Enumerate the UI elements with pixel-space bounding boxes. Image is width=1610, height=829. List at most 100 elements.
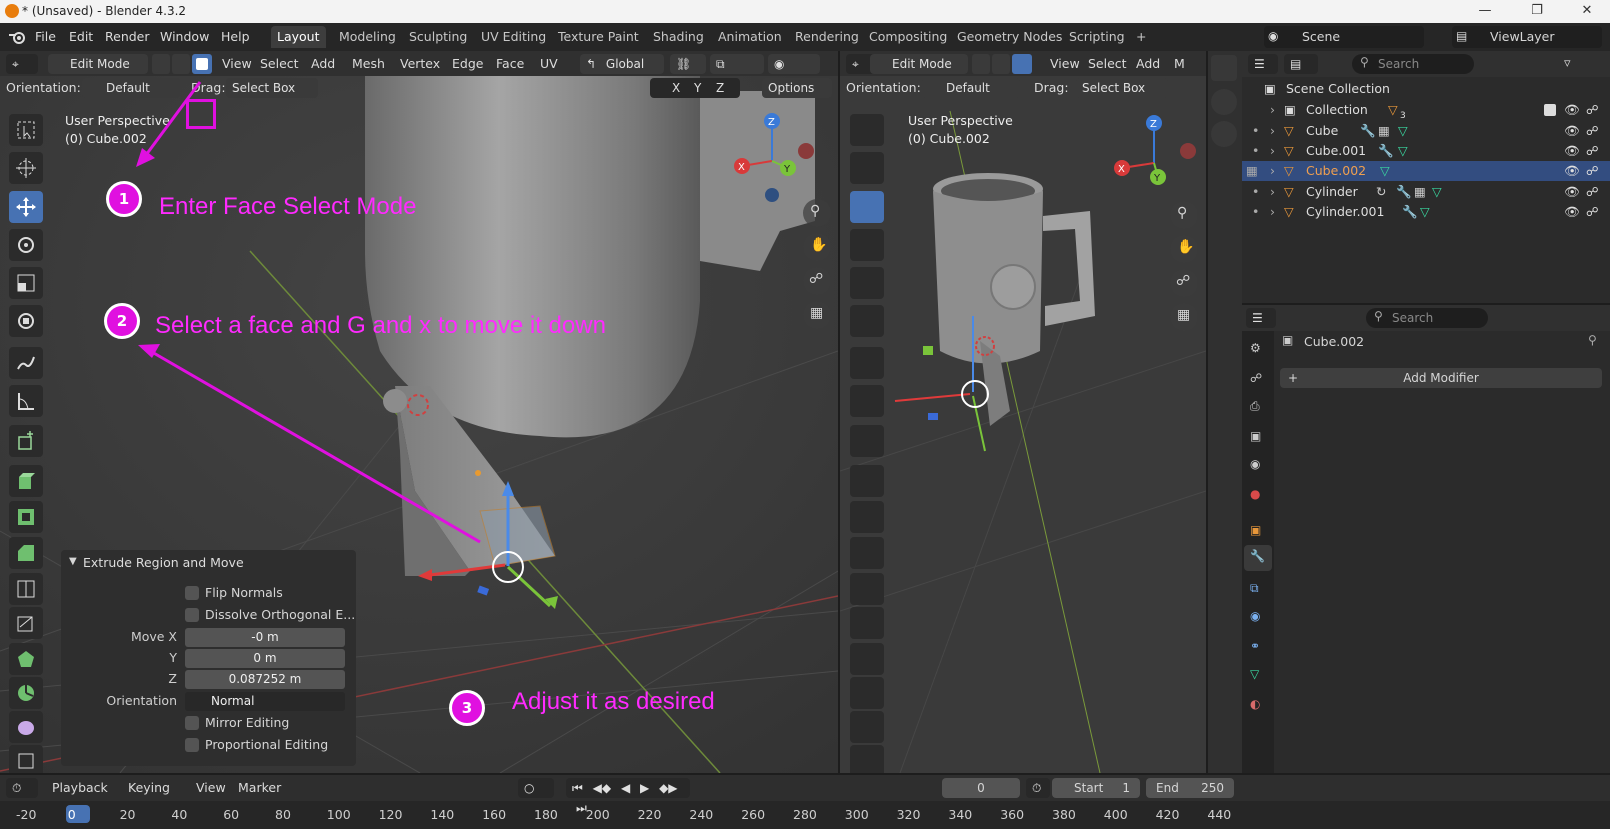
chevron-right-icon[interactable]: ›	[1270, 182, 1275, 202]
properties-search[interactable]: ⚲ Search	[1366, 308, 1488, 328]
mode-selector[interactable]: Edit Mode	[48, 54, 148, 74]
constraints-icon[interactable]: ⚭	[1250, 639, 1260, 653]
end-frame-field[interactable]: End 250	[1146, 778, 1234, 798]
zoom-strip-icon[interactable]	[1211, 89, 1237, 115]
chevron-right-icon[interactable]: ›	[1270, 121, 1275, 141]
edge-select-mode-button[interactable]	[172, 54, 190, 74]
timeline-editor-type[interactable]: ⏱	[6, 778, 38, 798]
chevron-right-icon[interactable]: ›	[1270, 141, 1275, 161]
edge-select-mode-button-right[interactable]	[992, 54, 1010, 74]
sidebar-toggle-icon[interactable]	[1211, 55, 1237, 81]
tool-scale[interactable]	[9, 267, 43, 299]
tool-extrude[interactable]	[9, 465, 43, 497]
navigation-gizmo-right[interactable]: Z X Y	[1108, 113, 1206, 213]
menu-edit[interactable]: Edit	[66, 28, 96, 46]
tool-smooth[interactable]	[9, 711, 43, 743]
zoom-icon-right[interactable]: ⚲	[1170, 201, 1198, 229]
tool-settings-icon[interactable]: ⚙	[1250, 341, 1261, 355]
tool-measure[interactable]	[9, 385, 43, 417]
tool-poly-build[interactable]	[9, 643, 43, 675]
chevron-down-icon[interactable]: ▼	[69, 556, 77, 567]
add-modifier-button[interactable]: + Add Modifier	[1280, 368, 1602, 388]
tool-loop-cut[interactable]	[9, 573, 43, 605]
operator-title[interactable]: Extrude Region and Move	[83, 555, 244, 570]
scene-selector[interactable]: ◉ Scene	[1264, 26, 1424, 48]
menu-select[interactable]: Select	[260, 54, 299, 74]
eye-icon[interactable]: 👁	[1564, 121, 1580, 141]
orientation-default-selector-right[interactable]: Default	[922, 78, 1020, 98]
face-select-mode-button[interactable]	[192, 54, 212, 74]
blender-menu-icon[interactable]	[8, 29, 28, 45]
grid-view-icon[interactable]: ▦	[803, 301, 831, 329]
tool-transform-right[interactable]	[850, 305, 884, 337]
eye-icon[interactable]: 👁	[1564, 202, 1580, 222]
tool-select-box[interactable]	[9, 114, 43, 146]
play-icon[interactable]: ▶	[640, 781, 649, 795]
dissolve-orthogonal-checkbox[interactable]	[185, 608, 199, 622]
maximize-button[interactable]: ❐	[1514, 0, 1560, 23]
chevron-right-icon[interactable]: ›	[1270, 100, 1275, 120]
transform-orientation-selector[interactable]: ↰ Global	[580, 54, 664, 74]
tool-spin[interactable]	[9, 677, 43, 709]
view-layer-icon[interactable]: ▣	[1250, 429, 1261, 443]
tool-spin-right[interactable]	[850, 677, 884, 709]
tool-loop-cut-right[interactable]	[850, 573, 884, 605]
close-button[interactable]: ✕	[1564, 0, 1610, 23]
tab-animation[interactable]: Animation	[712, 26, 788, 48]
tool-rotate[interactable]	[9, 229, 43, 261]
menu-mesh[interactable]: Mesh	[352, 54, 385, 74]
playback-menu[interactable]: Playback	[52, 778, 108, 798]
tool-move[interactable]	[9, 191, 43, 223]
tool-cursor[interactable]	[9, 152, 43, 184]
camera-render-icon[interactable]: ☍	[1586, 161, 1599, 181]
menu-view[interactable]: View	[222, 54, 252, 74]
outliner-row-collection[interactable]: › ▣ Collection ▽ 3 👁 ☍	[1242, 100, 1610, 121]
collection-include-checkbox[interactable]	[1544, 104, 1556, 116]
menu-select-right[interactable]: Select	[1088, 54, 1127, 74]
tool-add-cube-right[interactable]	[850, 425, 884, 457]
data-icon[interactable]: ▽	[1250, 667, 1259, 681]
mirror-editing-checkbox[interactable]	[185, 716, 199, 730]
tool-knife-right[interactable]	[850, 607, 884, 639]
orientation-default-selector[interactable]: Default	[82, 78, 180, 98]
eye-icon[interactable]: 👁	[1564, 161, 1580, 181]
tool-measure-right[interactable]	[850, 385, 884, 417]
eye-icon[interactable]: 👁	[1564, 182, 1580, 202]
camera-render-icon[interactable]: ☍	[1586, 182, 1599, 202]
auto-keying-button[interactable]: ○	[518, 778, 554, 798]
menu-add[interactable]: Add	[311, 54, 335, 74]
tab-modeling[interactable]: Modeling	[333, 26, 402, 48]
navigation-gizmo[interactable]: Z X Y	[726, 111, 826, 211]
tab-geometry-nodes[interactable]: Geometry Nodes	[951, 26, 1068, 48]
render-icon[interactable]: ☍	[1250, 371, 1262, 385]
camera-render-icon[interactable]: ☍	[1586, 202, 1599, 222]
zoom-icon[interactable]: ⚲	[803, 199, 831, 227]
tab-texture-paint[interactable]: Texture Paint	[552, 26, 645, 48]
pan-hand-icon[interactable]: ✋	[803, 233, 831, 261]
outliner-scene-collection[interactable]: ▣ Scene Collection	[1242, 79, 1610, 99]
editor-type-button[interactable]: ⌖	[6, 54, 38, 74]
vertex-select-mode-button-right[interactable]	[972, 54, 990, 74]
tool-inset[interactable]	[9, 501, 43, 533]
outliner-row-cylinder[interactable]: • › ▽ Cylinder ↻ 🔧 ▦ ▽ 👁 ☍	[1242, 182, 1610, 202]
tool-scale-right[interactable]	[850, 267, 884, 299]
prev-keyframe-icon[interactable]: ◀◆	[593, 781, 611, 795]
tool-annotate[interactable]	[9, 347, 43, 379]
tool-poly-build-right[interactable]	[850, 643, 884, 675]
pan-hand-icon-right[interactable]: ✋	[1170, 235, 1198, 263]
viewlayer-selector[interactable]: ▤ ViewLayer	[1452, 26, 1602, 48]
tab-compositing[interactable]: Compositing	[863, 26, 953, 48]
tab-layout[interactable]: Layout	[271, 26, 326, 48]
axis-z-button[interactable]: Z	[716, 78, 724, 98]
particles-icon[interactable]: ⧉	[1250, 581, 1259, 596]
viewport-left[interactable]: ⌖ Edit Mode View Select Add Mesh Vertex …	[0, 51, 838, 773]
minimize-button[interactable]: —	[1462, 0, 1508, 23]
flip-normals-checkbox[interactable]	[185, 586, 199, 600]
grid-view-icon-right[interactable]: ▦	[1170, 303, 1198, 331]
tool-smooth-right[interactable]	[850, 711, 884, 743]
tool-add-cube[interactable]	[9, 425, 43, 457]
eye-icon[interactable]: 👁	[1564, 100, 1580, 120]
options-button[interactable]: Options	[762, 78, 832, 98]
mode-selector-right[interactable]: Edit Mode	[870, 54, 968, 74]
tool-bevel[interactable]	[9, 537, 43, 569]
